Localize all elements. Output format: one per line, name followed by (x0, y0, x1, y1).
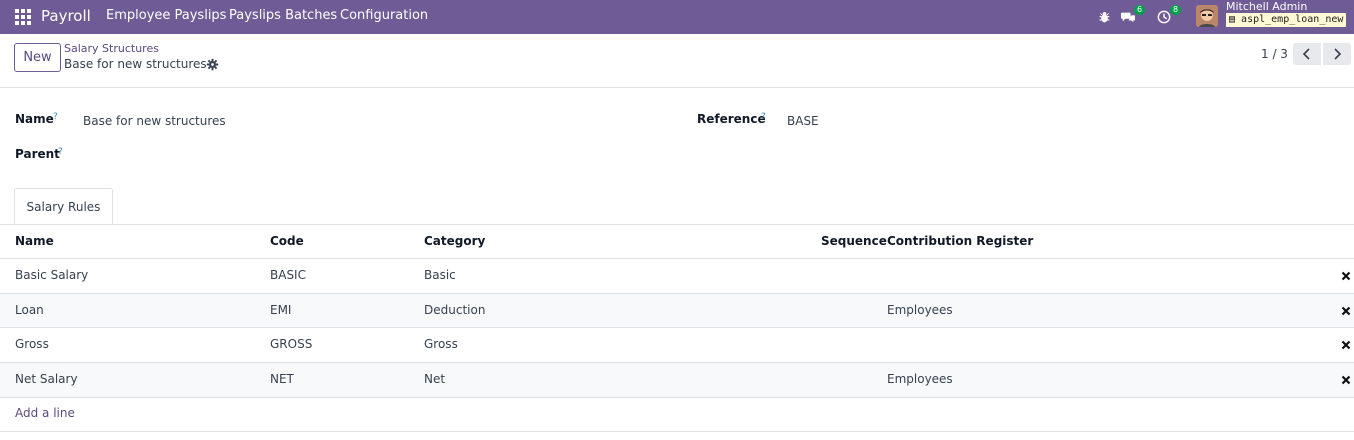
apps-menu-icon[interactable] (15, 9, 31, 25)
pager-value[interactable]: 1 / 3 (1261, 47, 1288, 61)
name-label: Name (15, 112, 54, 126)
app-brand[interactable]: Payroll (41, 7, 91, 25)
menu-employee-payslips[interactable]: Employee Payslips (106, 8, 226, 23)
activity-count-badge: 8 (1170, 5, 1182, 15)
control-panel-divider (0, 87, 1354, 88)
menu-payslips-batches[interactable]: Payslips Batches (229, 8, 337, 23)
table-row[interactable]: Basic Salary BASIC Basic (0, 259, 1354, 293)
cell-name: Gross (15, 337, 49, 351)
cell-register: Employees (887, 372, 953, 386)
table-row[interactable]: Gross GROSS Gross (0, 328, 1354, 362)
pager-next-button[interactable] (1323, 43, 1351, 65)
messages-icon[interactable] (1120, 0, 1136, 34)
cell-name: Basic Salary (15, 268, 89, 282)
column-header-sequence[interactable]: Sequence (821, 234, 887, 248)
breadcrumb-current: Base for new structures (64, 57, 207, 71)
user-avatar[interactable] (1196, 5, 1218, 27)
messages-count-badge: 6 (1134, 5, 1146, 15)
delete-row-icon[interactable] (1341, 306, 1351, 316)
cell-code: BASIC (270, 268, 306, 282)
cell-code: NET (270, 372, 294, 386)
reference-help-icon[interactable]: ? (761, 112, 766, 122)
delete-row-icon[interactable] (1341, 340, 1351, 350)
column-header-name[interactable]: Name (15, 234, 54, 248)
pager-previous-button[interactable] (1293, 43, 1321, 65)
delete-row-icon[interactable] (1341, 375, 1351, 385)
parent-help-icon[interactable]: ? (58, 147, 63, 157)
database-name-text: aspl_emp_loan_new (1241, 14, 1344, 25)
chevron-left-icon (1302, 48, 1310, 60)
column-header-contribution-register[interactable]: Contribution Register (887, 234, 1033, 248)
cell-category: Net (424, 372, 446, 386)
column-header-code[interactable]: Code (270, 234, 304, 248)
table-row[interactable]: Loan EMI Deduction Employees (0, 294, 1354, 328)
breadcrumb-parent[interactable]: Salary Structures (64, 42, 159, 55)
delete-row-icon[interactable] (1341, 271, 1351, 281)
menu-configuration[interactable]: Configuration (340, 8, 428, 23)
tab-salary-rules[interactable]: Salary Rules (14, 188, 113, 225)
name-field[interactable]: Base for new structures (83, 114, 226, 128)
cell-category: Deduction (424, 303, 486, 317)
parent-label: Parent (15, 147, 60, 161)
row-divider (0, 397, 1354, 398)
column-header-category[interactable]: Category (424, 234, 485, 248)
user-name[interactable]: Mitchell Admin (1226, 0, 1307, 13)
gear-icon[interactable] (206, 58, 219, 71)
database-name: ▤ aspl_emp_loan_new (1226, 13, 1347, 27)
cell-name: Net Salary (15, 372, 78, 386)
new-button[interactable]: New (14, 43, 61, 72)
cell-category: Gross (424, 337, 458, 351)
chevron-right-icon (1334, 48, 1342, 60)
cell-code: GROSS (270, 337, 313, 351)
activity-clock-icon[interactable] (1157, 0, 1171, 34)
top-navbar: Payroll Employee Payslips Payslips Batch… (0, 0, 1354, 34)
row-divider (0, 431, 1354, 432)
cell-register: Employees (887, 303, 953, 317)
table-row[interactable]: Net Salary NET Net Employees (0, 363, 1354, 397)
cell-code: EMI (270, 303, 292, 317)
debug-bug-icon[interactable] (1098, 0, 1111, 34)
reference-field[interactable]: BASE (787, 114, 819, 128)
cell-name: Loan (15, 303, 44, 317)
name-help-icon[interactable]: ? (53, 112, 58, 122)
tab-bar-line (0, 224, 1354, 225)
cell-category: Basic (424, 268, 456, 282)
add-line-link[interactable]: Add a line (15, 406, 75, 420)
reference-label: Reference (697, 112, 766, 126)
